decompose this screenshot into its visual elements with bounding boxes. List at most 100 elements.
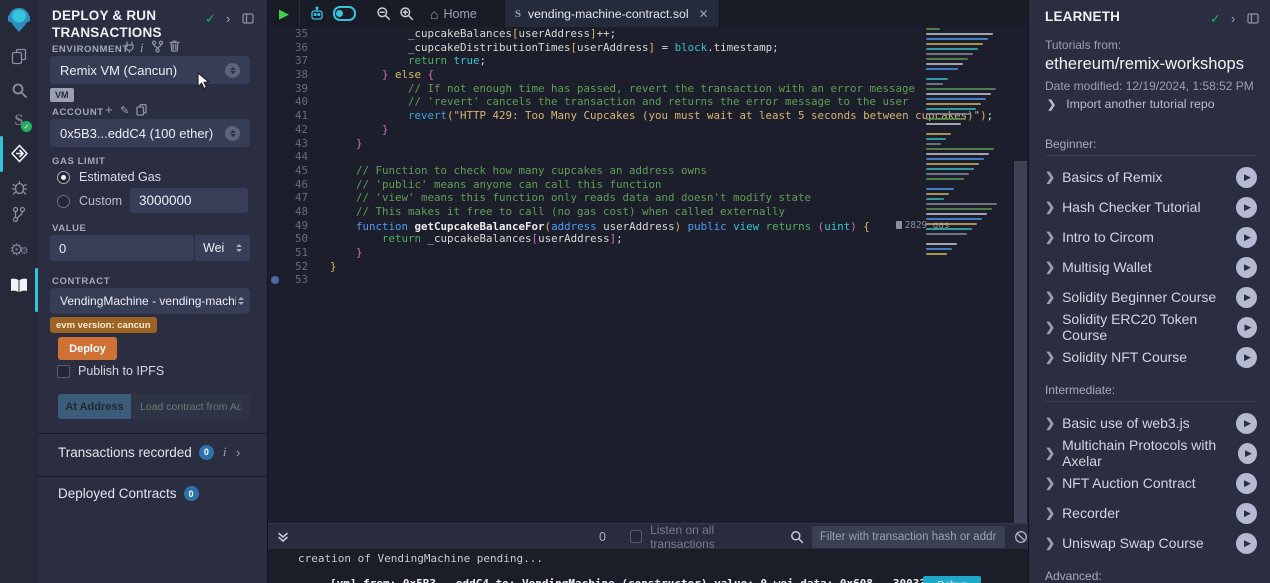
play-tutorial-button[interactable]: ▶	[1236, 473, 1257, 494]
play-tutorial-button[interactable]: ▶	[1238, 443, 1257, 464]
gutter-margin[interactable]	[268, 260, 282, 274]
clear-terminal-icon[interactable]	[1014, 530, 1028, 544]
listen-all-checkbox[interactable]	[630, 530, 642, 543]
remix-logo-icon[interactable]	[0, 6, 38, 34]
custom-gas-radio[interactable]	[57, 195, 70, 208]
gutter-margin[interactable]	[268, 95, 282, 109]
gutter-margin[interactable]	[268, 205, 282, 219]
tutorial-item[interactable]: ❯Basic use of web3.js▶	[1045, 408, 1257, 438]
run-script-play-icon[interactable]: ▶	[279, 6, 289, 22]
play-tutorial-button[interactable]: ▶	[1236, 347, 1257, 368]
learneth-pin-icon[interactable]	[1247, 13, 1259, 24]
gutter-margin[interactable]	[268, 41, 282, 55]
panel-pin-icon[interactable]	[242, 13, 254, 24]
value-unit-select[interactable]: Wei	[194, 235, 250, 261]
home-icon[interactable]: ⌂	[430, 6, 438, 22]
play-tutorial-button[interactable]: ▶	[1236, 197, 1257, 218]
custom-gas-input[interactable]	[130, 188, 248, 213]
contract-select[interactable]: VendingMachine - vending-machin	[50, 288, 250, 314]
tutorial-item[interactable]: ❯Multichain Protocols with Axelar▶	[1045, 438, 1257, 468]
transactions-expand-icon[interactable]: ›	[236, 445, 240, 460]
terminal-log[interactable]: creation of VendingMachine pending... [v…	[268, 549, 1028, 583]
gutter-margin[interactable]	[268, 150, 282, 164]
terminal-search-icon[interactable]	[790, 530, 804, 544]
close-tab-icon[interactable]: ✕	[699, 7, 709, 21]
gutter-margin[interactable]	[268, 246, 282, 260]
file-tab[interactable]: S vending-machine-contract.sol ✕	[505, 0, 720, 27]
gutter-margin[interactable]	[268, 123, 282, 137]
search-icon[interactable]	[0, 82, 38, 99]
estimated-gas-radio[interactable]	[57, 171, 70, 184]
delete-state-trash-icon[interactable]	[169, 40, 180, 52]
play-tutorial-button[interactable]: ▶	[1236, 503, 1257, 524]
tutorial-item[interactable]: ❯Solidity NFT Course▶	[1045, 342, 1257, 372]
tutorial-item[interactable]: ❯Solidity ERC20 Token Course▶	[1045, 312, 1257, 342]
estimated-gas-option[interactable]: Estimated Gas	[57, 170, 161, 184]
tutorial-item[interactable]: ❯NFT Auction Contract▶	[1045, 468, 1257, 498]
file-explorer-icon[interactable]	[0, 48, 38, 65]
home-tab[interactable]: Home	[443, 7, 476, 21]
environment-select[interactable]: Remix VM (Cancun)	[50, 56, 250, 84]
play-tutorial-button[interactable]: ▶	[1236, 413, 1257, 434]
tutorial-item[interactable]: ❯Multisig Wallet▶	[1045, 252, 1257, 282]
breakpoint-dot[interactable]	[268, 273, 282, 287]
environment-plug-icon[interactable]	[124, 41, 135, 53]
gutter-margin[interactable]	[268, 82, 282, 96]
zoom-in-icon[interactable]	[399, 6, 414, 21]
at-address-button[interactable]: At Address	[58, 394, 131, 419]
play-tutorial-button[interactable]: ▶	[1236, 533, 1257, 554]
git-icon[interactable]	[0, 206, 38, 223]
zoom-out-icon[interactable]	[376, 6, 391, 21]
add-account-icon[interactable]: +	[105, 102, 113, 117]
fork-state-icon[interactable]	[151, 40, 164, 53]
tutorial-item[interactable]: ❯Recorder▶	[1045, 498, 1257, 528]
gutter-margin[interactable]	[268, 137, 282, 151]
gutter-margin[interactable]	[268, 68, 282, 82]
gutter-margin[interactable]	[268, 178, 282, 192]
play-tutorial-button[interactable]: ▶	[1236, 257, 1257, 278]
value-input[interactable]	[50, 235, 194, 261]
gutter-margin[interactable]	[268, 27, 282, 41]
tutorial-item[interactable]: ❯Hash Checker Tutorial▶	[1045, 192, 1257, 222]
gutter-margin[interactable]	[268, 164, 282, 178]
gutter-margin[interactable]	[268, 219, 282, 233]
learneth-collapse-icon[interactable]: ›	[1231, 11, 1235, 26]
transactions-info-icon[interactable]: i	[223, 444, 227, 460]
gutter-margin[interactable]	[268, 191, 282, 205]
tutorial-item[interactable]: ❯Basics of Remix▶	[1045, 162, 1257, 192]
play-tutorial-button[interactable]: ▶	[1236, 227, 1257, 248]
debugger-icon[interactable]	[0, 179, 38, 196]
terminal-filter-input[interactable]	[812, 526, 1005, 548]
copy-account-icon[interactable]	[136, 104, 147, 116]
ai-assistant-robot-icon[interactable]	[309, 6, 325, 21]
settings-icon[interactable]: ⚙⚙	[0, 240, 38, 260]
at-address-input[interactable]	[131, 394, 250, 419]
account-select[interactable]: 0x5B3...eddC4 (100 ether)	[50, 119, 250, 147]
edit-account-icon[interactable]: ✎	[120, 104, 129, 117]
deployed-contracts-row[interactable]: Deployed Contracts 0	[58, 486, 199, 501]
gutter-margin[interactable]	[268, 232, 282, 246]
publish-ipfs-checkbox[interactable]	[57, 365, 70, 378]
play-tutorial-button[interactable]: ▶	[1236, 287, 1257, 308]
code-viewport[interactable]: 35 _cupcakeBalances[userAddress]++;36 _c…	[268, 27, 1028, 514]
gutter-margin[interactable]	[268, 109, 282, 123]
transactions-recorded-row[interactable]: Transactions recorded 0 i ›	[58, 444, 226, 460]
environment-info-icon[interactable]: i	[140, 40, 144, 56]
expand-terminal-icon[interactable]	[277, 531, 289, 543]
deploy-button[interactable]: Deploy	[58, 337, 117, 360]
play-tutorial-button[interactable]: ▶	[1236, 167, 1257, 188]
tutorial-item[interactable]: ❯Intro to Circom▶	[1045, 222, 1257, 252]
ai-copilot-toggle[interactable]	[333, 6, 356, 21]
editor-minimap[interactable]	[923, 28, 1011, 268]
tutorial-item[interactable]: ❯Uniswap Swap Course▶	[1045, 528, 1257, 558]
gutter-margin[interactable]	[268, 54, 282, 68]
custom-gas-option[interactable]: Custom	[57, 194, 122, 208]
solidity-compiler-icon[interactable]: S ✓	[0, 112, 38, 130]
import-tutorial-row[interactable]: ❯ Import another tutorial repo	[1047, 97, 1215, 111]
play-tutorial-button[interactable]: ▶	[1237, 317, 1257, 338]
learneth-book-icon[interactable]	[0, 278, 38, 293]
tutorial-item[interactable]: ❯Solidity Beginner Course▶	[1045, 282, 1257, 312]
vertical-scrollbar-thumb[interactable]	[1014, 161, 1027, 583]
debug-button[interactable]: Debug	[923, 576, 981, 583]
panel-collapse-icon[interactable]: ›	[226, 11, 230, 26]
